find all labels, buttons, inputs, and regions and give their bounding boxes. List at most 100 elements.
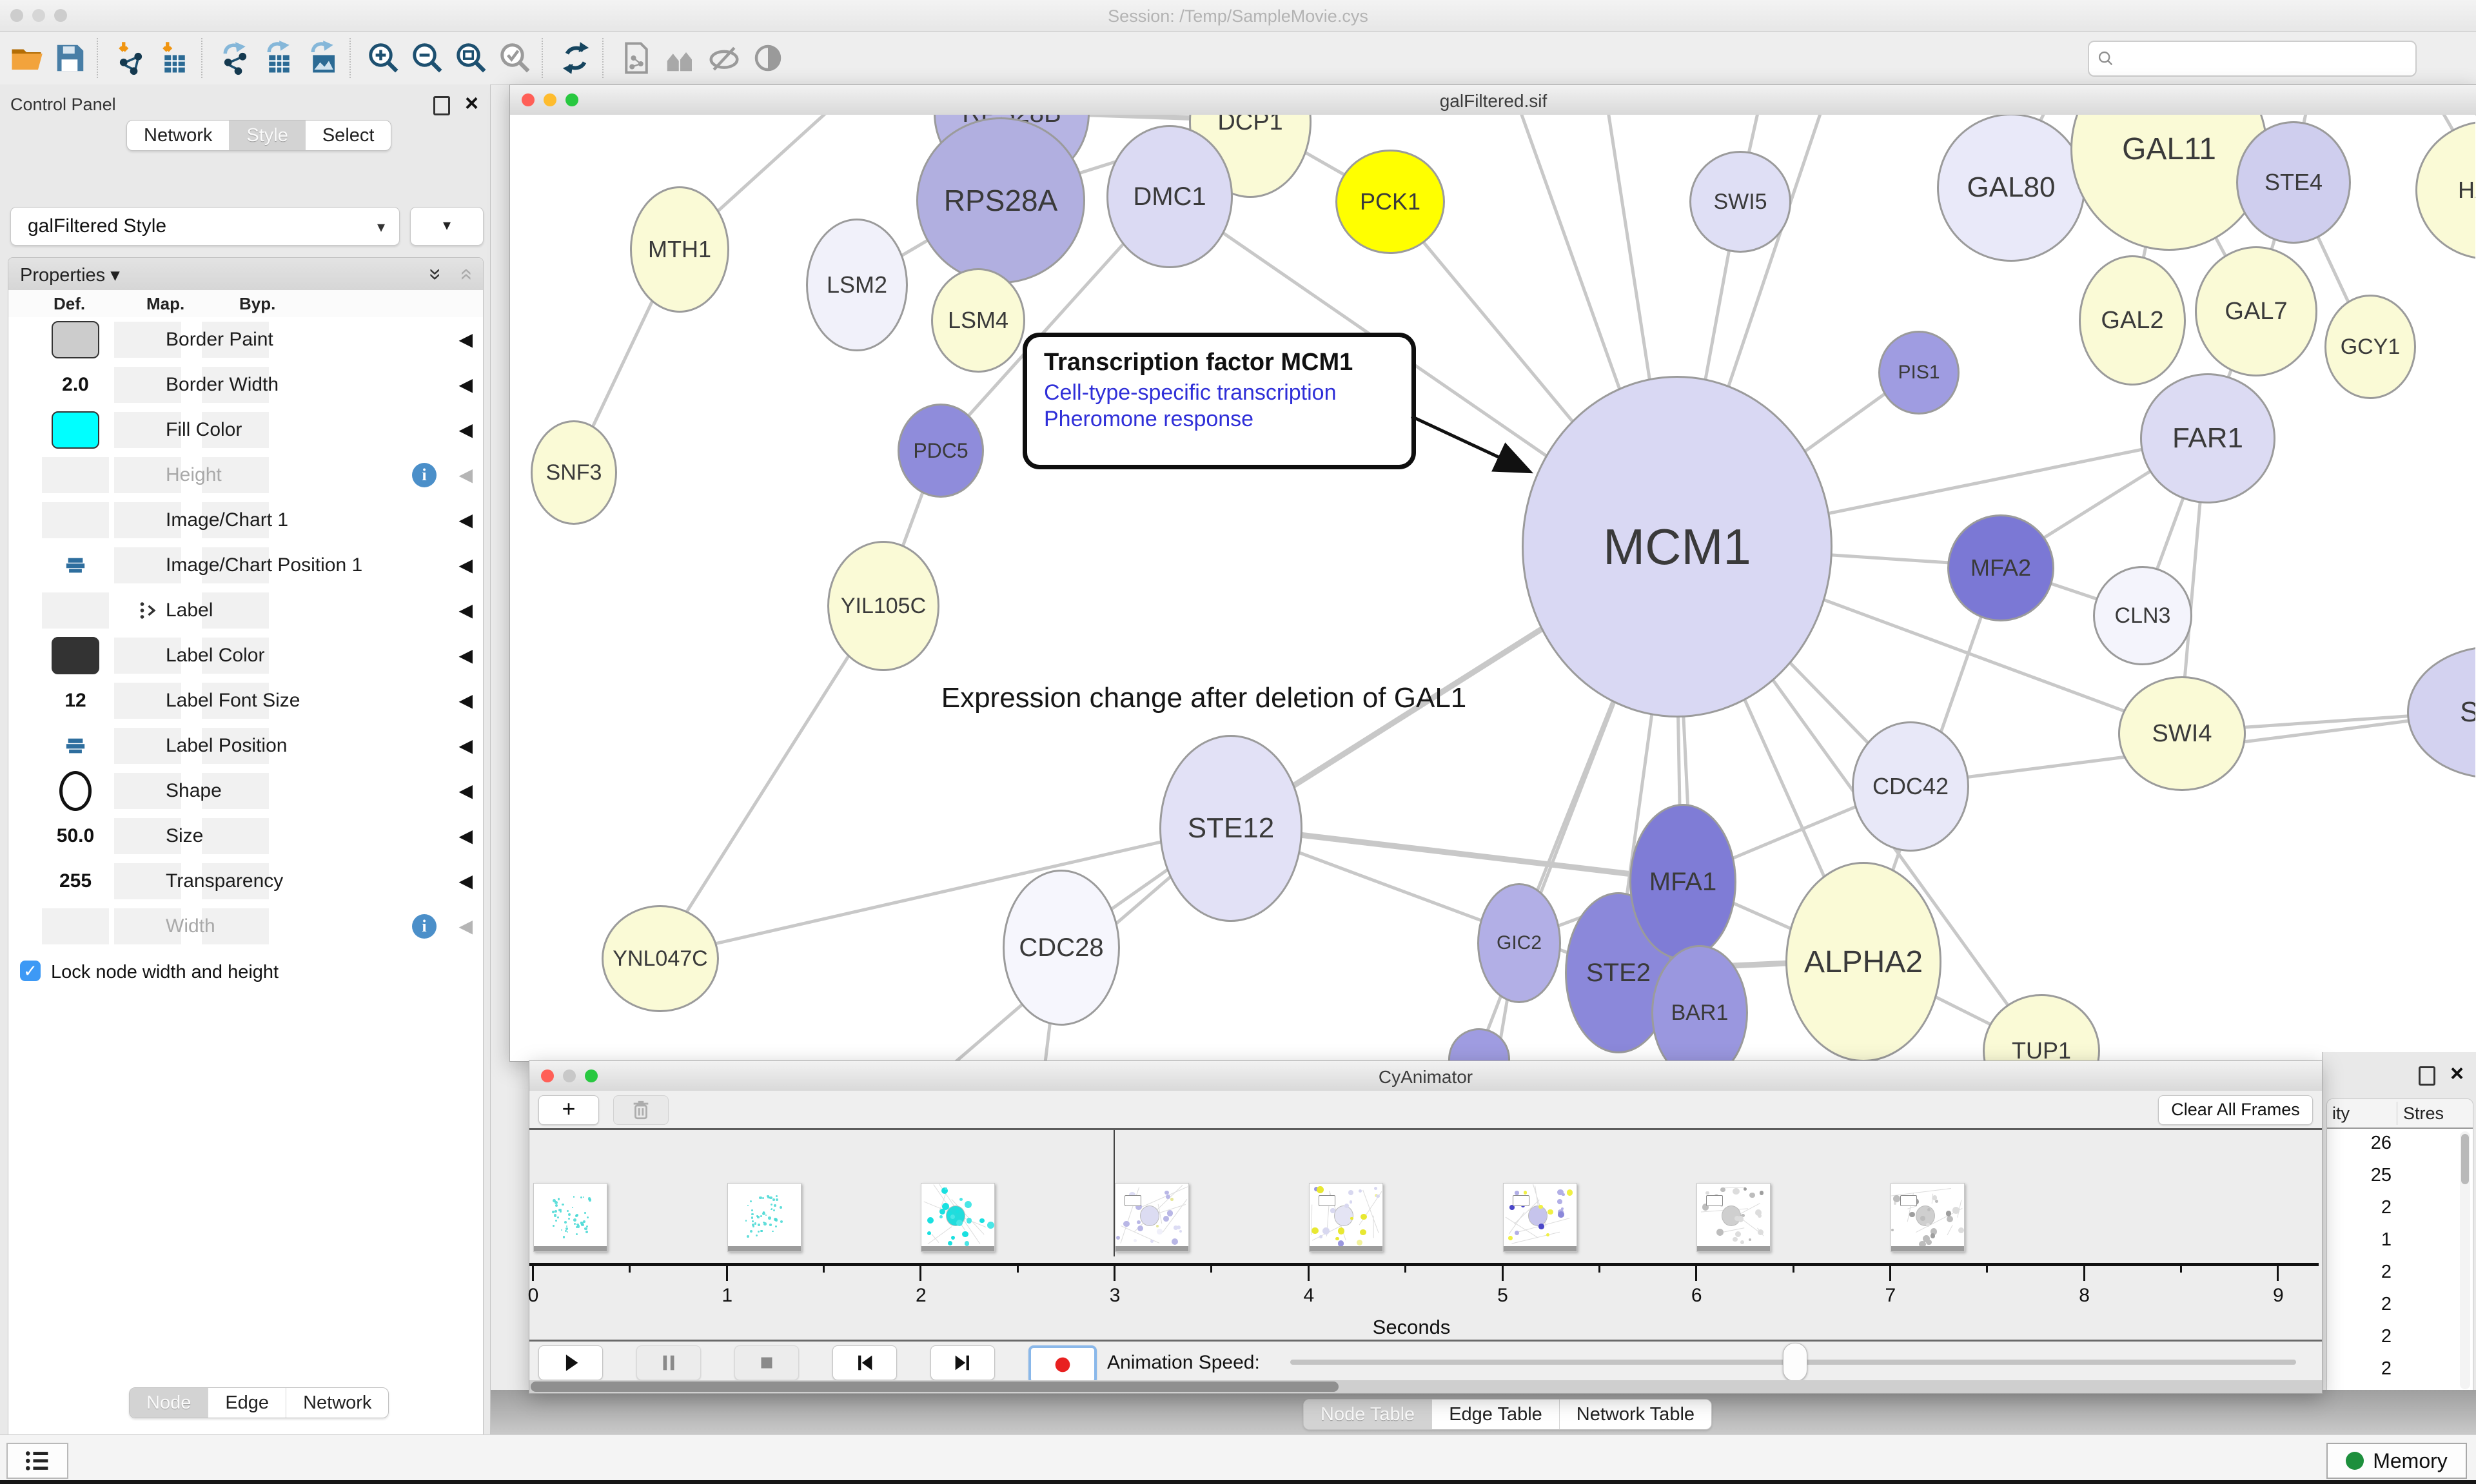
column-header[interactable]: ity (2332, 1104, 2350, 1124)
zoom-out-button[interactable] (408, 38, 447, 78)
stop-button[interactable] (734, 1345, 799, 1380)
network-node-gal2[interactable]: GAL2 (2079, 255, 2186, 386)
network-node-mfa2[interactable]: MFA2 (1947, 514, 2054, 621)
default-cell[interactable] (42, 773, 109, 809)
close-results-icon[interactable]: × (2450, 1060, 2464, 1087)
close-panel-icon[interactable]: × (465, 90, 478, 117)
lock-size-checkbox[interactable]: ✓ (20, 961, 41, 981)
cyanimator-titlebar[interactable]: CyAnimator (529, 1061, 2322, 1091)
keyframe-thumbnail-7[interactable] (1891, 1183, 1965, 1252)
tab-node-table[interactable]: Node Table (1304, 1400, 1431, 1429)
timeline-scrollbar[interactable] (529, 1380, 2322, 1393)
network-node-gcy1[interactable]: GCY1 (2324, 295, 2416, 399)
info-icon[interactable]: i (412, 914, 437, 939)
tab-node[interactable]: Node (130, 1388, 208, 1418)
keyframe-thumbnail-5[interactable] (1503, 1183, 1577, 1252)
default-value[interactable]: 50.0 (57, 825, 94, 847)
table-row[interactable]: 26 (2327, 1133, 2392, 1154)
default-cell[interactable] (42, 547, 109, 583)
keyframe-thumbnail-6[interactable] (1696, 1183, 1771, 1252)
default-cell[interactable]: 50.0 (42, 818, 109, 854)
default-cell[interactable] (42, 322, 109, 358)
property-row[interactable]: Label Position ◀ (8, 723, 483, 769)
network-file-button[interactable] (616, 38, 656, 78)
shape-ellipse-icon[interactable] (59, 771, 92, 811)
annotation-box[interactable]: Transcription factor MCM1 Cell-type-spec… (1023, 333, 1416, 469)
zoom-in-button[interactable] (364, 38, 404, 78)
network-node-ste12[interactable]: STE12 (1159, 735, 1302, 922)
network-node-swi5[interactable]: SWI5 (1689, 151, 1791, 253)
expand-property-icon[interactable]: ◀ (458, 600, 473, 621)
network-node-lsm2[interactable]: LSM2 (806, 219, 908, 351)
expand-property-icon[interactable]: ◀ (458, 690, 473, 711)
keyframe-thumbnail-2[interactable] (921, 1183, 995, 1252)
tab-network-table[interactable]: Network Table (1559, 1400, 1711, 1429)
style-selector[interactable]: galFiltered Style ▾ (10, 207, 400, 246)
expand-all-icon[interactable]: » (423, 268, 448, 280)
keyframe-thumbnail-4[interactable] (1309, 1183, 1383, 1252)
default-cell[interactable] (42, 908, 109, 944)
info-icon[interactable]: i (412, 463, 437, 487)
default-value[interactable]: 255 (59, 870, 92, 892)
tab-network[interactable]: Network (286, 1388, 388, 1418)
tab-select[interactable]: Select (305, 121, 391, 150)
table-row[interactable]: 2 (2327, 1326, 2392, 1347)
expand-property-icon[interactable]: ◀ (458, 419, 473, 440)
float-panel-icon[interactable] (433, 96, 450, 115)
properties-header[interactable]: Properties ▾ » » (8, 258, 483, 291)
default-cell[interactable] (42, 638, 109, 674)
property-row[interactable]: Image/Chart Position 1 ◀ (8, 543, 483, 589)
default-value[interactable]: 2.0 (62, 374, 89, 396)
import-network-button[interactable] (111, 38, 151, 78)
tab-style[interactable]: Style (229, 121, 304, 150)
property-row[interactable]: Label Color ◀ (8, 633, 483, 679)
default-cell[interactable]: 2.0 (42, 367, 109, 403)
playhead[interactable] (1114, 1130, 1115, 1256)
open-session-button[interactable] (6, 38, 46, 78)
network-node-mth1[interactable]: MTH1 (630, 186, 729, 313)
keyframe-thumbnail-1[interactable] (727, 1183, 801, 1252)
property-row[interactable]: 255 Transparency ◀ (8, 859, 483, 904)
add-frame-button[interactable]: + (538, 1095, 599, 1125)
expand-property-icon[interactable]: ◀ (458, 329, 473, 350)
expand-property-icon[interactable]: ◀ (458, 870, 473, 892)
results-scrollbar[interactable] (2460, 1131, 2470, 1389)
expand-property-icon[interactable]: ◀ (458, 464, 473, 485)
float-results-icon[interactable] (2419, 1066, 2435, 1086)
default-cell[interactable]: 255 (42, 863, 109, 899)
export-image-button[interactable] (303, 38, 343, 78)
style-options-button[interactable]: ▾ (410, 207, 484, 246)
default-cell[interactable] (42, 502, 109, 538)
default-cell[interactable] (42, 592, 109, 629)
record-button[interactable] (1028, 1345, 1097, 1384)
property-row[interactable]: Image/Chart 1 ◀ (8, 498, 483, 543)
memory-button[interactable]: Memory (2326, 1443, 2467, 1479)
expand-property-icon[interactable]: ◀ (458, 509, 473, 531)
zoom-fit-button[interactable] (451, 38, 491, 78)
collapse-all-icon[interactable]: » (453, 268, 478, 280)
network-node-dmc1[interactable]: DMC1 (1106, 125, 1233, 268)
skip-to-start-button[interactable] (832, 1345, 897, 1380)
slider-thumb[interactable] (1783, 1343, 1807, 1381)
network-canvas[interactable]: RPS28BDCP1RPS28ADMC1PCK1SWI5GAL80GAL11ST… (510, 115, 2475, 1060)
default-cell[interactable] (42, 412, 109, 448)
annotation-link[interactable]: Cell-type-specific transcription (1044, 380, 1395, 405)
network-node-cdc42[interactable]: CDC42 (1852, 721, 1969, 852)
position-icon[interactable] (64, 556, 86, 575)
property-row[interactable]: Label ◀ (8, 588, 483, 634)
expand-property-icon[interactable]: ◀ (458, 554, 473, 576)
refresh-layout-button[interactable] (556, 38, 596, 78)
tab-edge-table[interactable]: Edge Table (1431, 1400, 1559, 1429)
position-icon[interactable] (64, 736, 86, 756)
network-node-ste4[interactable]: STE4 (2236, 121, 2351, 244)
keyframe-thumbnail-0[interactable] (533, 1183, 607, 1252)
table-row[interactable]: 2 (2327, 1262, 2392, 1283)
network-node-snf3[interactable]: SNF3 (531, 420, 617, 525)
default-value-swatch[interactable] (52, 637, 99, 674)
network-node-yil105c[interactable]: YIL105C (827, 541, 939, 671)
network-node-alpha2[interactable]: ALPHA2 (1785, 862, 1941, 1060)
discrete-mapping-icon[interactable] (137, 600, 159, 621)
network-node-rps28a[interactable]: RPS28A (916, 117, 1085, 284)
default-cell[interactable] (42, 728, 109, 764)
table-row[interactable]: 2 (2327, 1294, 2392, 1315)
